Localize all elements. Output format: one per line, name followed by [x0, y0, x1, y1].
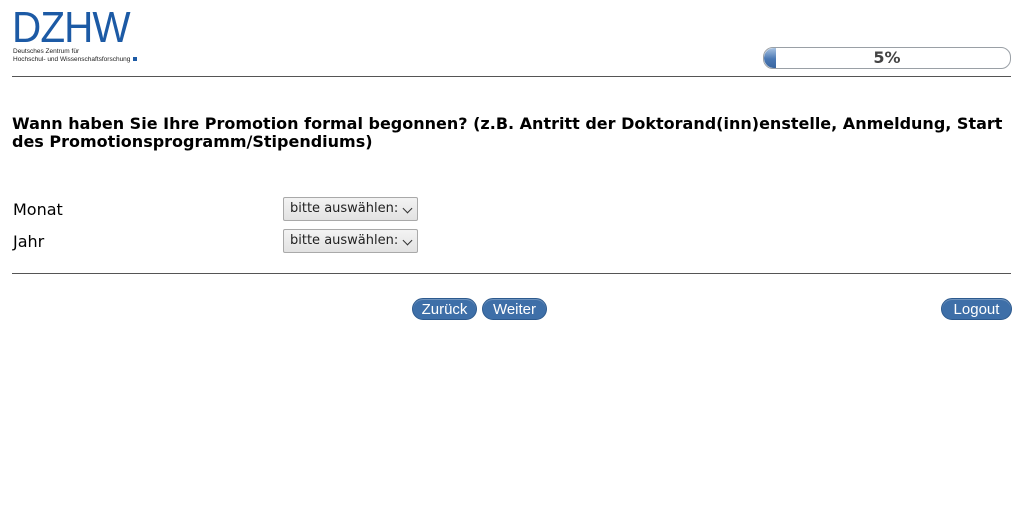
progress-bar: 5%	[763, 47, 1011, 69]
header-divider	[12, 76, 1011, 77]
chevron-down-icon	[402, 235, 413, 246]
logo-dot-icon	[133, 57, 138, 62]
month-label: Monat	[13, 200, 63, 219]
question-text: Wann haben Sie Ihre Promotion formal beg…	[12, 114, 1003, 151]
year-select-value: bitte auswählen:	[290, 233, 399, 248]
logo-subtitle-line2-text: Hochschul- und Wissenschaftsforschung	[13, 56, 131, 63]
dzhw-logo: DZHW Deutsches Zentrum für Hochschul- un…	[12, 3, 147, 68]
year-label: Jahr	[13, 232, 45, 251]
logo-subtitle-line2: Hochschul- und Wissenschaftsforschung	[13, 56, 138, 64]
month-select-value: bitte auswählen:	[290, 201, 399, 216]
chevron-down-icon	[402, 203, 413, 214]
next-button[interactable]: Weiter	[482, 298, 547, 320]
progress-label: 5%	[873, 48, 901, 67]
back-button[interactable]: Zurück	[412, 298, 477, 320]
logo-subtitle-line1: Deutsches Zentrum für	[13, 48, 80, 55]
year-select[interactable]: bitte auswählen:	[283, 229, 418, 253]
footer-divider	[12, 273, 1011, 274]
month-select[interactable]: bitte auswählen:	[283, 197, 418, 221]
logo-subtitle: Deutsches Zentrum für Hochschul- und Wis…	[13, 48, 138, 64]
logout-button[interactable]: Logout	[941, 298, 1012, 320]
logo-wordmark: DZHW	[12, 3, 131, 52]
survey-page: DZHW Deutsches Zentrum für Hochschul- un…	[0, 0, 1024, 505]
